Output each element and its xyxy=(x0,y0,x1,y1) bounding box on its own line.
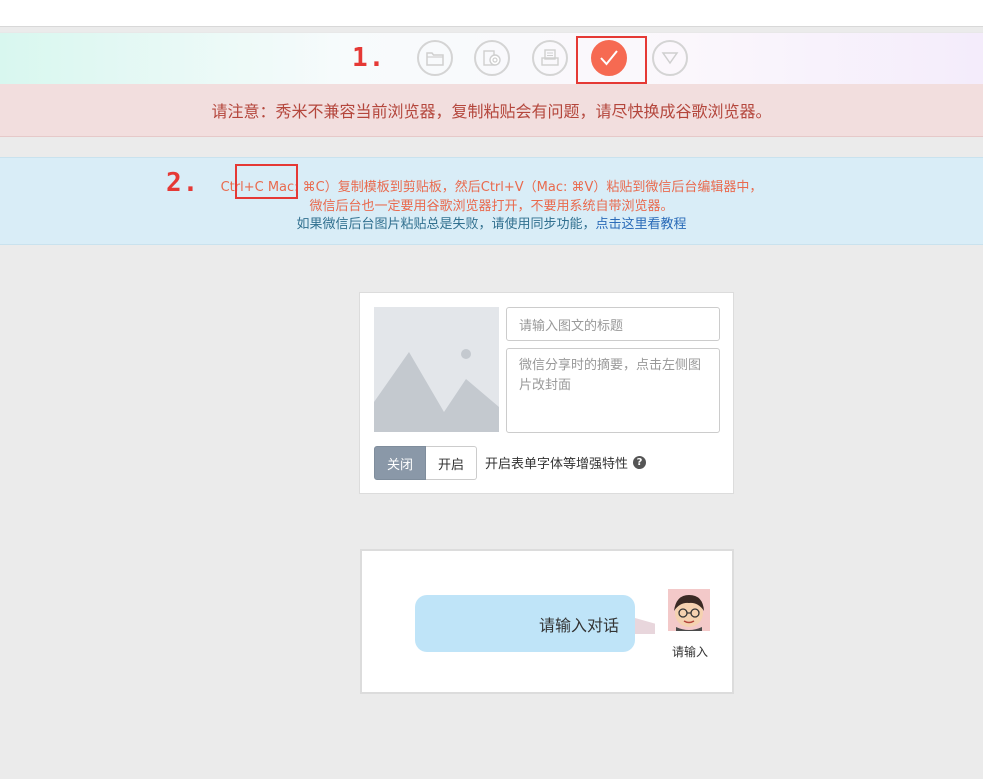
open-folder-button[interactable] xyxy=(417,40,453,76)
chat-bubble-tail xyxy=(635,618,655,634)
image-placeholder-icon xyxy=(374,307,499,432)
chat-bubble-text: 请输入对话 xyxy=(538,615,619,635)
browser-warning-text: 请注意：秀米不兼容当前浏览器，复制粘贴会有问题，请尽快换成谷歌浏览器。 xyxy=(211,102,772,121)
tutorial-link[interactable]: 点击这里看教程 xyxy=(596,217,687,232)
summary-placeholder: 微信分享时的摘要，点击左侧图片改封面 xyxy=(519,358,702,393)
instruction-line-3-text: 如果微信后台图片粘贴总是失败，请使用同步功能， xyxy=(296,217,596,232)
folder-icon xyxy=(426,52,444,66)
browser-warning: 请注意：秀米不兼容当前浏览器，复制粘贴会有问题，请尽快换成谷歌浏览器。 xyxy=(0,84,983,137)
cover-image-placeholder[interactable] xyxy=(374,307,499,432)
cartoon-face-icon xyxy=(668,589,710,631)
print-button[interactable] xyxy=(532,40,568,76)
media-button[interactable] xyxy=(474,40,510,76)
toolbar: 1. xyxy=(0,32,983,85)
enhance-label-text: 开启表单字体等增强特性 xyxy=(485,457,629,472)
toggle-on-button[interactable]: 开启 xyxy=(426,446,478,480)
instruction-line-3: 如果微信后台图片粘贴总是失败，请使用同步功能，点击这里看教程 xyxy=(0,213,983,232)
top-bar xyxy=(0,0,983,27)
summary-input[interactable]: 微信分享时的摘要，点击左侧图片改封面 xyxy=(506,348,720,433)
instruction-line-1-rest: Mac: ⌘C）复制模板到剪贴板，然后Ctrl+V（Mac: ⌘V）粘贴到微信后… xyxy=(263,180,763,195)
media-icon xyxy=(483,50,501,66)
avatar[interactable] xyxy=(668,589,710,631)
spacer xyxy=(0,137,983,157)
copy-instructions: 2. Ctrl+C Mac: ⌘C）复制模板到剪贴板，然后Ctrl+V（Mac:… xyxy=(0,157,983,245)
chat-bubble[interactable]: 请输入对话 xyxy=(415,595,635,652)
avatar-name: 请输入 xyxy=(671,645,708,659)
triangle-down-icon xyxy=(661,52,679,65)
title-placeholder: 请输入图文的标题 xyxy=(519,318,624,334)
help-icon[interactable]: ? xyxy=(633,456,647,469)
title-input[interactable]: 请输入图文的标题 xyxy=(506,307,720,341)
step-1-marker: 1. xyxy=(352,43,386,73)
more-button[interactable] xyxy=(652,40,688,76)
instruction-line-1: Ctrl+C Mac: ⌘C）复制模板到剪贴板，然后Ctrl+V（Mac: ⌘V… xyxy=(0,176,983,195)
dialogue-block[interactable]: 请输入对话 请输入 xyxy=(360,549,734,694)
enhance-toggle: 关闭 开启 xyxy=(374,446,478,480)
highlight-box-shortcut xyxy=(235,164,298,199)
enhance-label: 开启表单字体等增强特性 ? xyxy=(485,453,647,472)
highlight-box-confirm xyxy=(576,36,647,84)
toggle-off-button[interactable]: 关闭 xyxy=(374,446,427,480)
instruction-line-2: 微信后台也一定要用谷歌浏览器打开，不要用系统自带浏览器。 xyxy=(309,199,674,214)
article-card: 请输入图文的标题 微信分享时的摘要，点击左侧图片改封面 关闭 开启 开启表单字体… xyxy=(359,292,734,494)
print-icon xyxy=(541,49,559,66)
